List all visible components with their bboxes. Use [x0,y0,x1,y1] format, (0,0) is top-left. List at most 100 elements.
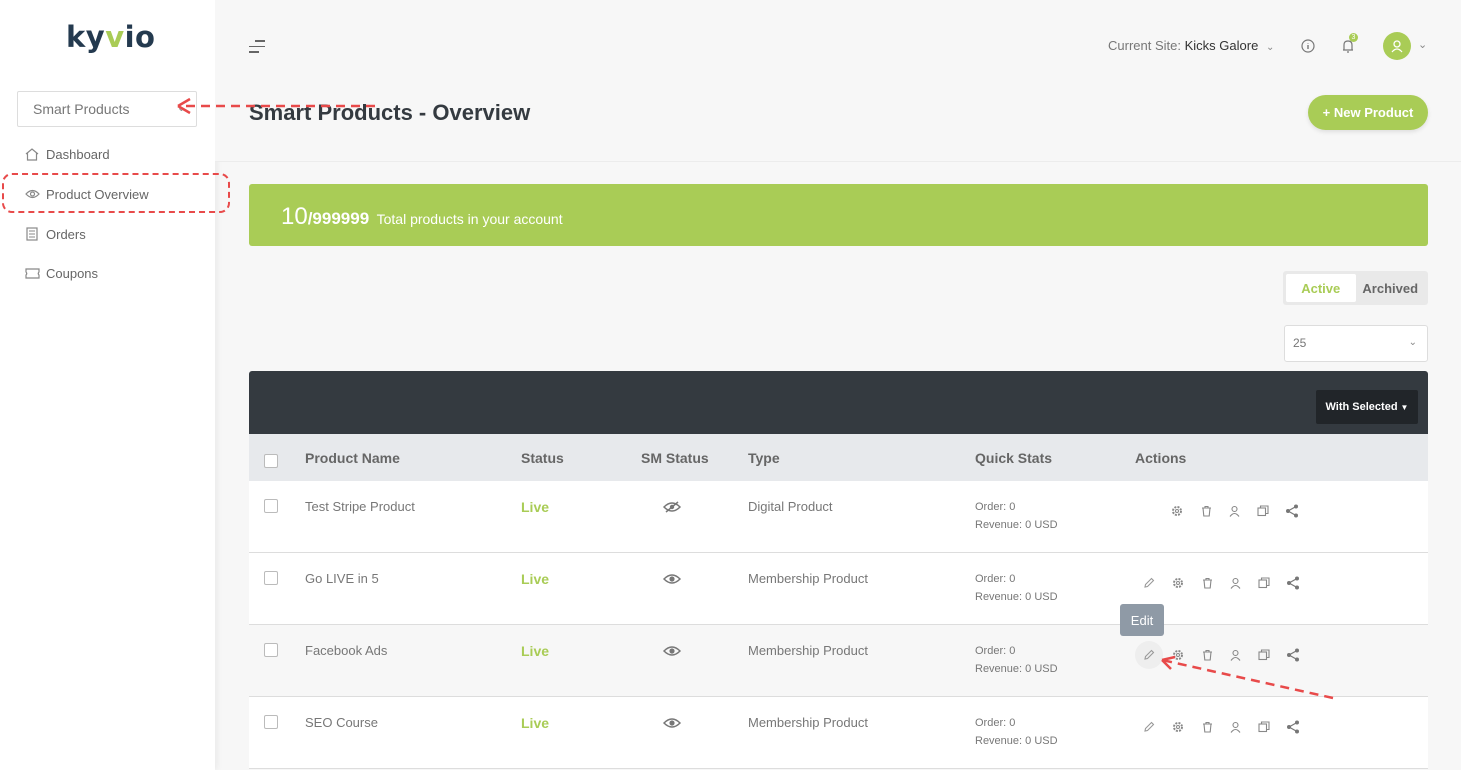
status-badge: Live [521,571,550,587]
select-all-checkbox[interactable] [264,454,278,468]
product-type: Membership Product [748,571,868,586]
row-checkbox[interactable] [264,571,278,585]
menu-toggle-icon[interactable] [249,40,265,57]
home-icon [24,147,40,161]
with-selected-dropdown[interactable]: With Selected ▼ [1316,390,1418,424]
settings-icon[interactable] [1170,575,1186,591]
user-icon[interactable] [1226,503,1242,519]
revenue-stat: Revenue: 0 USD [975,591,1058,603]
table-row: SEO Course Live Membership Product Order… [249,697,1428,769]
trash-icon[interactable] [1199,575,1215,591]
sidebar-item-orders[interactable]: Orders [24,224,86,244]
settings-icon[interactable] [1170,719,1186,735]
product-name[interactable]: Facebook Ads [305,643,387,658]
ticket-icon [24,267,40,279]
sidebar: kyvio Smart Products ⌄ Dashboard Product… [0,0,215,770]
product-type-select-value: Smart Products [33,101,130,117]
table-row: Test Stripe Product Live Digital Product… [249,481,1428,553]
top-header: Current Site: Kicks Galore ⌄ 3 ⌄ Smart P… [215,0,1461,162]
product-type-select[interactable]: Smart Products ⌄ [17,91,197,127]
info-icon[interactable] [1299,37,1317,55]
sidebar-item-label: Coupons [46,265,99,281]
quick-stats: Order: 0 Revenue: 0 USD [975,642,1058,678]
column-header: SM Status [641,450,709,466]
tab-active[interactable]: Active [1286,274,1356,302]
revenue-stat: Revenue: 0 USD [975,663,1058,675]
notification-badge: 3 [1349,33,1358,42]
chevron-down-icon: ⌄ [1408,337,1417,348]
sidebar-item-dashboard[interactable]: Dashboard [24,144,110,164]
chevron-down-icon[interactable]: ⌄ [1418,38,1427,51]
new-product-button[interactable]: + New Product [1308,95,1428,130]
row-checkbox[interactable] [264,715,278,729]
settings-icon[interactable] [1170,647,1186,663]
caret-down-icon: ▼ [1400,402,1409,412]
share-icon[interactable] [1285,575,1301,591]
product-type: Digital Product [748,499,833,514]
page-title: Smart Products - Overview [249,100,531,125]
product-name[interactable]: Test Stripe Product [305,499,415,514]
table-header: Product Name Status SM Status Type Quick… [249,434,1428,481]
chevron-down-icon: ⌄ [176,102,186,114]
table-row: Go LIVE in 5 Live Membership Product Ord… [249,553,1428,625]
table-row: Facebook Ads Live Membership Product Ord… [249,625,1428,697]
pencil-icon[interactable] [1141,575,1157,591]
status-badge: Live [521,643,550,659]
with-selected-label: With Selected [1325,401,1398,413]
tab-archived[interactable]: Archived [1356,274,1426,302]
kyvio-logo[interactable]: kyvio [66,20,155,54]
chevron-down-icon: ⌄ [1265,42,1275,53]
order-stat: Order: 0 [975,717,1016,729]
settings-icon[interactable] [1169,503,1185,519]
eye-icon [662,717,682,732]
duplicate-icon[interactable] [1256,575,1272,591]
table-toolbar: With Selected ▼ [249,371,1428,434]
main-area: Current Site: Kicks Galore ⌄ 3 ⌄ Smart P… [215,0,1461,770]
pencil-icon[interactable] [1141,719,1157,735]
product-type: Membership Product [748,643,868,658]
order-stat: Order: 0 [975,645,1016,657]
user-icon[interactable] [1227,575,1243,591]
quick-stats: Order: 0 Revenue: 0 USD [975,498,1058,534]
trash-icon[interactable] [1199,719,1215,735]
row-checkbox[interactable] [264,499,278,513]
column-header: Quick Stats [975,450,1053,466]
sidebar-item-label: Dashboard [46,146,110,162]
quick-stats: Order: 0 Revenue: 0 USD [975,714,1058,750]
eye-slash-icon [662,501,682,516]
bell-icon[interactable]: 3 [1339,33,1358,55]
trash-icon[interactable] [1198,503,1214,519]
active-archived-toggle: Active Archived [1283,271,1428,305]
product-name[interactable]: Go LIVE in 5 [305,571,379,586]
sidebar-item-label: Orders [46,226,86,242]
share-icon[interactable] [1284,503,1300,519]
revenue-stat: Revenue: 0 USD [975,735,1058,747]
revenue-stat: Revenue: 0 USD [975,519,1058,531]
avatar[interactable] [1383,32,1411,60]
banner-text: Total products in your account [376,211,563,227]
product-name[interactable]: SEO Course [305,715,378,730]
trash-icon[interactable] [1199,647,1215,663]
duplicate-icon[interactable] [1255,503,1271,519]
duplicate-icon[interactable] [1256,647,1272,663]
column-header: Type [748,450,780,466]
order-stat: Order: 0 [975,501,1016,513]
current-site-value: Kicks Galore [1184,38,1259,53]
user-icon[interactable] [1227,647,1243,663]
order-stat: Order: 0 [975,573,1016,585]
user-icon[interactable] [1227,719,1243,735]
pencil-icon[interactable] [1135,641,1163,669]
eye-icon [662,645,682,660]
per-page-value: 25 [1293,336,1307,350]
document-icon [24,227,40,241]
per-page-select[interactable]: 25 ⌄ [1284,325,1428,362]
share-icon[interactable] [1285,647,1301,663]
product-type: Membership Product [748,715,868,730]
column-header: Actions [1135,450,1187,466]
share-icon[interactable] [1285,719,1301,735]
product-max: /999999 [307,209,370,228]
duplicate-icon[interactable] [1256,719,1272,735]
current-site-selector[interactable]: Current Site: Kicks Galore ⌄ [1108,38,1274,53]
sidebar-item-coupons[interactable]: Coupons [24,263,98,283]
row-checkbox[interactable] [264,643,278,657]
